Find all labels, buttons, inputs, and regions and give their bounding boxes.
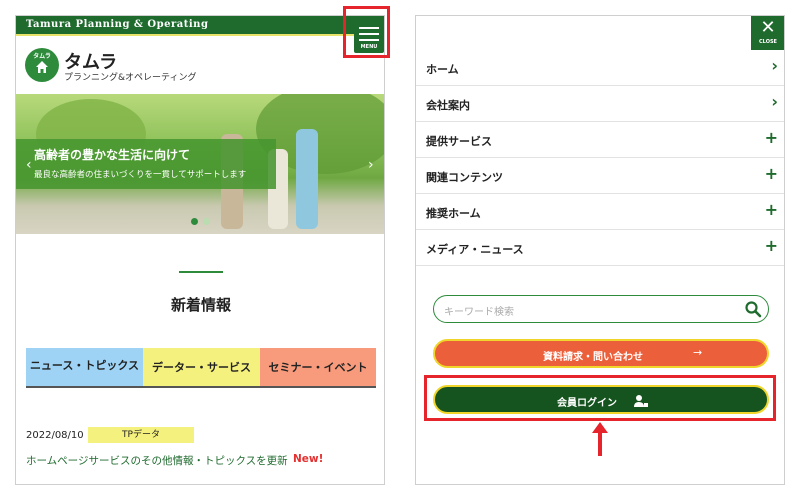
logo-mark-text: タムラ xyxy=(33,53,51,60)
tab-data-services[interactable]: データー・サービス xyxy=(143,348,260,388)
request-info-button[interactable]: 資料請求・問い合わせ → xyxy=(433,339,769,368)
arrow-right-icon: → xyxy=(693,346,703,359)
close-label: CLOSE xyxy=(759,39,777,45)
slider-next-icon[interactable]: › xyxy=(368,157,374,173)
plus-icon: + xyxy=(764,236,778,255)
nav-item-company[interactable]: 会社案内 › xyxy=(416,86,784,122)
search-input[interactable]: キーワード検索 xyxy=(433,295,769,323)
top-bar: Tamura Planning & Operating xyxy=(16,16,384,36)
nav-item-recommended-homes[interactable]: 推奨ホーム + xyxy=(416,194,784,230)
news-tag: TPデータ xyxy=(88,427,194,443)
close-button[interactable]: ✕ CLOSE xyxy=(751,16,784,50)
slider-dot[interactable] xyxy=(203,218,210,225)
chevron-right-icon: › xyxy=(771,56,778,75)
search-placeholder: キーワード検索 xyxy=(444,307,514,318)
hero-title: 高齢者の豊かな生活に向けて xyxy=(34,148,191,162)
nav-label: 提供サービス xyxy=(426,135,492,148)
new-badge: New! xyxy=(293,453,324,465)
nav-item-related-content[interactable]: 関連コンテンツ + xyxy=(416,158,784,194)
nav-label: ホーム xyxy=(426,63,459,76)
plus-icon: + xyxy=(764,164,778,183)
news-section-title: 新着情報 xyxy=(170,296,231,314)
nav-label: 会社案内 xyxy=(426,99,470,112)
hero-person xyxy=(296,129,318,229)
hero-caption: 高齢者の豊かな生活に向けて 最良な高齢者の住まいづくりを一貫してサポートします xyxy=(16,139,276,189)
brand-subtitle: プランニング&オペレーティング xyxy=(64,73,197,83)
plus-icon: + xyxy=(764,200,778,219)
nav-label: メディア・ニュース xyxy=(426,243,524,256)
menu-highlight-box xyxy=(343,6,390,58)
nav-item-home[interactable]: ホーム › xyxy=(416,50,784,86)
logo[interactable]: タムラ xyxy=(25,48,59,82)
left-phone-screen: Tamura Planning & Operating MENU タムラ タムラ… xyxy=(15,15,385,485)
news-date: 2022/08/10 xyxy=(26,430,84,441)
hero-slider[interactable]: 高齢者の豊かな生活に向けて 最良な高齢者の住まいづくりを一貫してサポートします … xyxy=(16,94,384,234)
tab-news-topics[interactable]: ニュース・トピックス xyxy=(26,348,143,388)
hero-subtitle: 最良な高齢者の住まいづくりを一貫してサポートします xyxy=(34,170,247,180)
house-icon xyxy=(36,61,48,73)
topbar-company-name: Tamura Planning & Operating xyxy=(26,19,209,30)
slider-prev-icon[interactable]: ‹ xyxy=(26,157,32,173)
nav-label: 関連コンテンツ xyxy=(426,171,503,184)
nav-item-services[interactable]: 提供サービス + xyxy=(416,122,784,158)
close-icon: ✕ xyxy=(760,17,776,38)
nav-label: 推奨ホーム xyxy=(426,207,481,220)
chevron-right-icon: › xyxy=(771,92,778,111)
plus-icon: + xyxy=(764,128,778,147)
slider-dot-active[interactable] xyxy=(191,218,198,225)
section-divider xyxy=(179,271,223,273)
arrow-up-icon xyxy=(592,422,608,456)
login-highlight-box xyxy=(424,375,776,421)
news-link[interactable]: ホームページサービスのその他情報・トピックスを更新 xyxy=(26,453,288,468)
nav-item-media-news[interactable]: メディア・ニュース + xyxy=(416,230,784,266)
tab-seminar-events[interactable]: セミナー・イベント xyxy=(260,348,376,388)
request-info-label: 資料請求・問い合わせ xyxy=(543,352,643,363)
search-icon[interactable] xyxy=(744,300,762,318)
